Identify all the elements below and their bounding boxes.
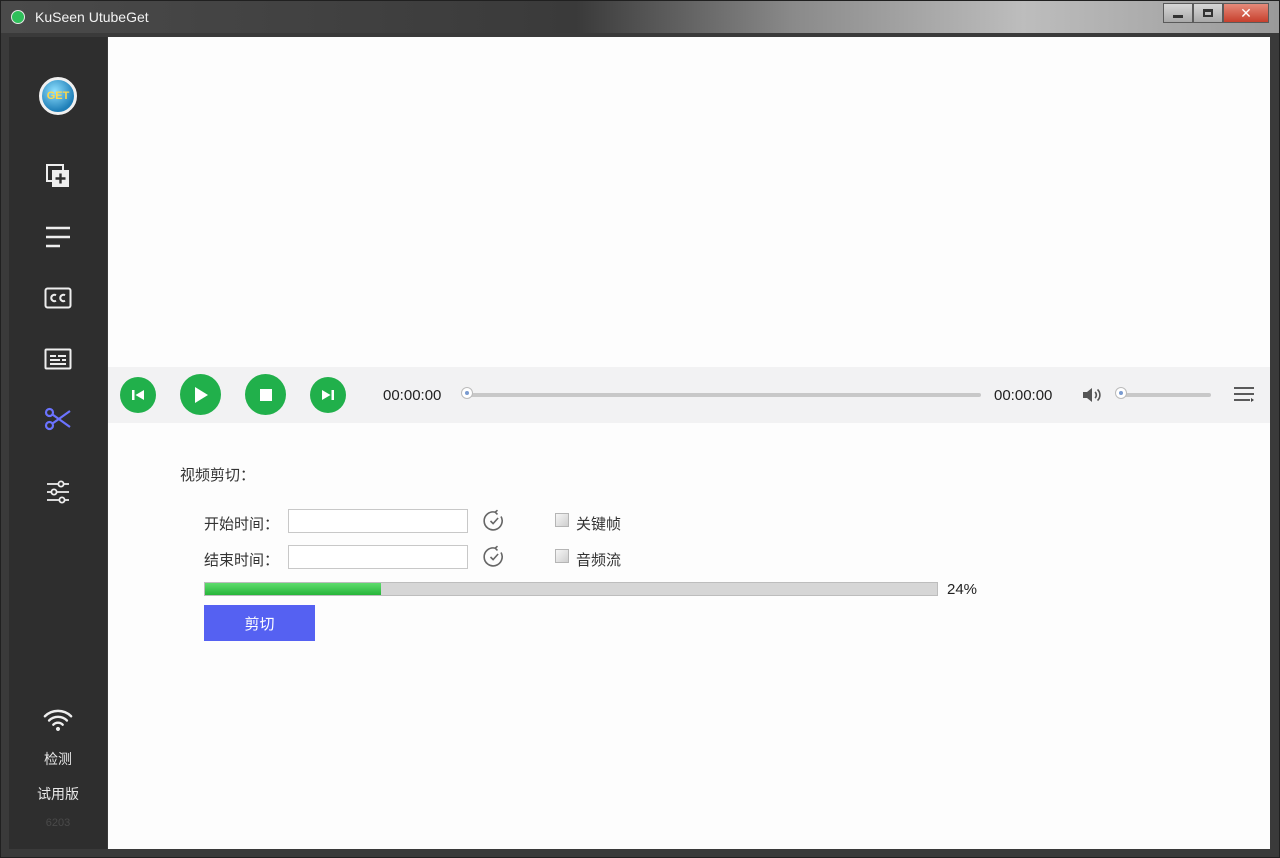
play-icon: [194, 386, 208, 403]
previous-button[interactable]: [120, 377, 156, 413]
cc-icon: [44, 287, 72, 309]
trial-label[interactable]: 试用版: [9, 784, 107, 804]
skip-back-icon: [132, 390, 144, 400]
reset-end-time-icon[interactable]: [482, 545, 506, 569]
minimize-icon: [1173, 14, 1183, 18]
sidebar: GET 检测 试用版 6203: [9, 37, 107, 849]
start-time-input[interactable]: [288, 509, 468, 533]
cut-button[interactable]: 剪切: [204, 605, 315, 641]
volume-track[interactable]: [1118, 393, 1211, 397]
end-time-label: 结束时间：: [204, 552, 280, 569]
stop-button[interactable]: [245, 374, 286, 415]
cut-progress-text: 24%: [947, 581, 978, 598]
total-time: 00:00:00: [994, 387, 1053, 404]
skip-forward-icon: [322, 390, 334, 400]
playlist-button[interactable]: [1233, 385, 1255, 408]
add-page-icon: [46, 164, 69, 187]
speaker-icon: [1083, 388, 1101, 402]
app-icon: [11, 10, 25, 24]
wifi-icon: [43, 709, 73, 731]
sidebar-item-settings[interactable]: [43, 477, 73, 507]
cut-progress-bar: [204, 582, 938, 596]
maximize-button[interactable]: [1193, 3, 1223, 23]
menu-lines-icon: [46, 226, 70, 248]
sidebar-item-list[interactable]: [43, 222, 73, 252]
close-button[interactable]: ✕: [1223, 3, 1269, 23]
app-logo: GET: [39, 77, 77, 115]
sidebar-item-captions[interactable]: [43, 344, 73, 374]
cut-progress-fill: [205, 583, 381, 595]
window-title: KuSeen UtubeGet: [35, 9, 149, 25]
keyframe-label[interactable]: 关键帧: [576, 513, 621, 534]
audio-stream-label[interactable]: 音频流: [576, 549, 621, 570]
sidebar-item-new-download[interactable]: [43, 161, 73, 191]
window-controls: ✕: [1163, 3, 1269, 25]
close-icon: ✕: [1240, 4, 1252, 21]
minimize-button[interactable]: [1163, 3, 1193, 23]
volume-button[interactable]: [1082, 386, 1104, 409]
sidebar-item-subtitles[interactable]: [43, 283, 73, 313]
app-window: KuSeen UtubeGet ✕ GET 检测 试用版 6203 00:00:…: [0, 0, 1280, 858]
player-bar: 00:00:00 00:00:00: [108, 367, 1270, 423]
volume-handle[interactable]: [1115, 387, 1127, 399]
reset-start-time-icon[interactable]: [482, 509, 506, 533]
check-label[interactable]: 检测: [9, 749, 107, 769]
version-label: 6203: [45, 817, 71, 829]
caption-box-icon: [44, 348, 72, 370]
seek-handle[interactable]: [461, 387, 473, 399]
start-time-label: 开始时间：: [204, 516, 280, 533]
audio-stream-checkbox[interactable]: [555, 549, 569, 563]
seek-track[interactable]: [463, 393, 981, 397]
keyframe-checkbox[interactable]: [555, 513, 569, 527]
next-button[interactable]: [310, 377, 346, 413]
stop-icon: [259, 388, 272, 401]
section-title: 视频剪切：: [180, 467, 256, 484]
maximize-icon: [1203, 9, 1213, 17]
title-bar: KuSeen UtubeGet ✕: [1, 1, 1279, 33]
sidebar-item-cut[interactable]: [43, 404, 73, 434]
scissors-icon: [44, 407, 71, 431]
play-button[interactable]: [180, 374, 221, 415]
end-time-input[interactable]: [288, 545, 468, 569]
playlist-icon: [1234, 387, 1254, 402]
main-content: 00:00:00 00:00:00 视频剪切： 开始时间： 关键帧 结束时间： …: [108, 37, 1270, 849]
current-time: 00:00:00: [383, 387, 442, 404]
sliders-icon: [47, 480, 69, 504]
sidebar-item-check[interactable]: [43, 705, 73, 735]
